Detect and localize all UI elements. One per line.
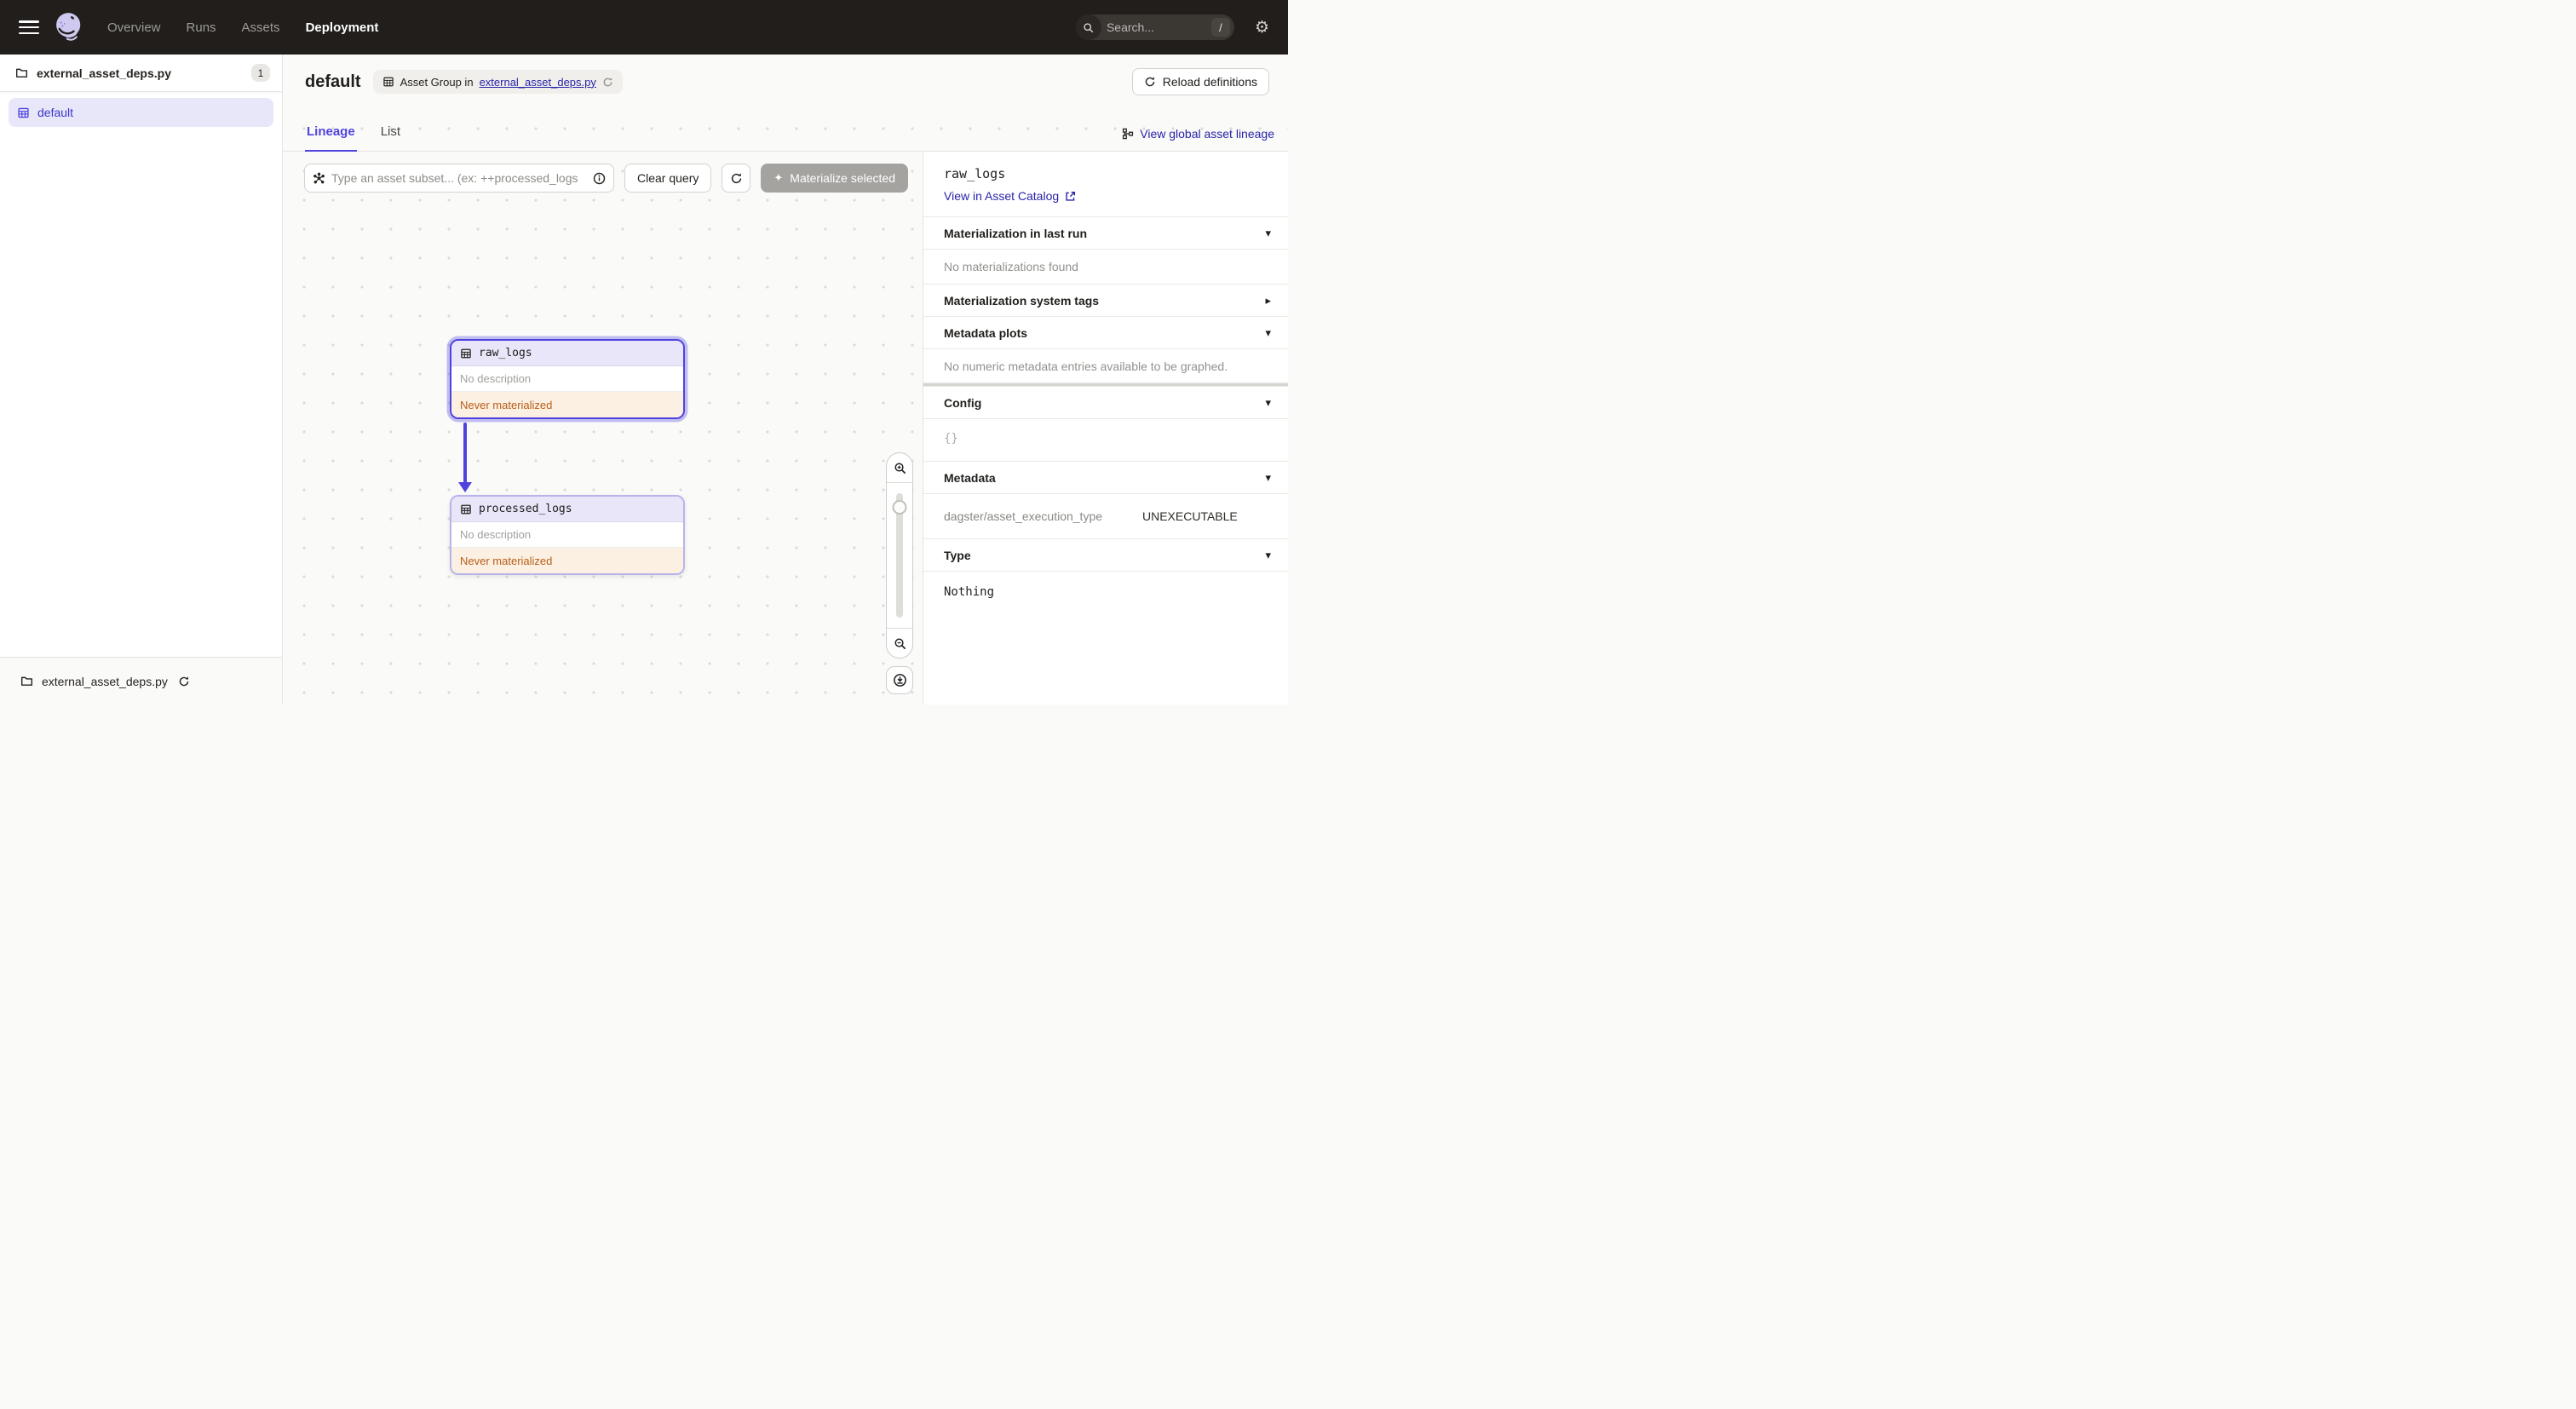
zoom-in-button[interactable] [887,453,912,483]
asset-subset-input[interactable] [331,171,587,185]
asset-node-raw-logs[interactable]: raw_logs No description Never materializ… [450,339,685,419]
external-link-icon [1065,191,1076,202]
section-title: Config [944,395,982,410]
metadata-value: UNEXECUTABLE [1142,509,1238,523]
section-title: Materialization system tags [944,293,1100,308]
sidebar-item-group-default[interactable]: default [9,98,273,127]
asset-group-prefix: Asset Group in [400,75,474,89]
section-title: Type [944,548,971,562]
lineage-canvas[interactable]: Clear query ✦ Materialize selected [283,152,923,704]
section-type[interactable]: Type ▾ [923,538,1288,571]
global-search[interactable]: / [1075,14,1234,40]
caret-down-icon: ▾ [1265,548,1271,561]
metadata-key: dagster/asset_execution_type [944,509,1103,523]
table-icon [460,503,472,515]
asset-group-breadcrumb: Asset Group in external_asset_deps.py [372,70,623,94]
code-location-sidebar: external_asset_deps.py 1 default externa… [0,55,283,704]
table-icon [460,348,472,359]
sidebar-item-code-location[interactable]: external_asset_deps.py 1 [0,55,282,92]
reload-icon[interactable] [178,676,190,687]
section-title: Metadata plots [944,325,1028,340]
top-navigation-bar: Overview Runs Assets Deployment / ⚙ [0,0,1288,55]
asset-details-panel: raw_logs View in Asset Catalog Materiali… [923,152,1288,704]
config-value: {} [923,418,1288,461]
zoom-out-button[interactable] [887,628,912,658]
clear-query-button[interactable]: Clear query [624,164,712,193]
section-materialization-last-run[interactable]: Materialization in last run ▾ [923,216,1288,249]
caret-down-icon: ▾ [1265,325,1271,339]
materializations-empty-state: No materializations found [923,249,1288,284]
zoom-slider-handle[interactable] [892,500,907,515]
asset-query-toolbar: Clear query ✦ Materialize selected [304,164,909,193]
info-icon[interactable] [593,172,606,185]
group-label: default [37,106,74,119]
sidebar-footer-code-location[interactable]: external_asset_deps.py [0,657,282,704]
nav-item-deployment[interactable]: Deployment [306,20,379,35]
asset-subset-query[interactable] [304,164,614,193]
page-title: default [305,72,361,91]
main-nav-items: Overview Runs Assets Deployment [107,20,378,35]
view-in-asset-catalog-link[interactable]: View in Asset Catalog [944,189,1076,203]
global-lineage-label: View global asset lineage [1140,127,1274,141]
folder-icon [15,66,28,79]
asset-name: processed_logs [479,503,572,515]
caret-down-icon: ▾ [1265,226,1271,239]
asset-node-processed-logs[interactable]: processed_logs No description Never mate… [450,495,685,575]
zoom-controls [886,452,913,658]
asset-group-icon [17,106,30,119]
section-materialization-system-tags[interactable]: Materialization system tags ▸ [923,284,1288,316]
asset-graph-icon [313,172,325,185]
lineage-graph-icon [1122,128,1134,140]
reload-definitions-button[interactable]: Reload definitions [1131,68,1269,95]
recenter-view-button[interactable] [886,666,913,694]
reload-definitions-label: Reload definitions [1162,75,1257,89]
metadata-plots-empty-state: No numeric metadata entries available to… [923,348,1288,383]
page-header: default Asset Group in external_asset_de… [283,55,1288,109]
asset-name: raw_logs [479,347,532,359]
code-location-link[interactable]: external_asset_deps.py [480,76,596,89]
view-global-asset-lineage-link[interactable]: View global asset lineage [1122,127,1274,151]
footer-code-location-label: external_asset_deps.py [42,674,168,688]
asset-group-icon [382,76,394,88]
materialize-selected-label: Materialize selected [790,171,896,185]
reload-icon[interactable] [602,77,613,88]
code-location-label: external_asset_deps.py [37,66,171,80]
tab-list[interactable]: List [379,124,402,151]
type-value: Nothing [923,571,1288,616]
asset-count-badge: 1 [251,64,270,82]
catalog-link-label: View in Asset Catalog [944,189,1060,203]
asset-description: No description [451,522,683,548]
search-input[interactable] [1101,20,1211,34]
section-title: Materialization in last run [944,226,1088,240]
selected-asset-name: raw_logs [944,166,1006,181]
section-metadata[interactable]: Metadata ▾ [923,461,1288,493]
caret-right-icon: ▸ [1265,293,1271,307]
metadata-entry-row: dagster/asset_execution_type UNEXECUTABL… [923,493,1288,538]
folder-icon [20,675,33,687]
asset-status: Never materialized [451,548,683,573]
section-metadata-plots[interactable]: Metadata plots ▾ [923,316,1288,348]
materialize-selected-button[interactable]: ✦ Materialize selected [761,164,909,193]
nav-item-runs[interactable]: Runs [187,20,216,35]
tab-bar: Lineage List View global asset lineage [283,109,1288,152]
dagster-logo[interactable] [53,10,87,44]
section-config[interactable]: Config ▾ [923,386,1288,418]
tab-lineage[interactable]: Lineage [305,124,357,152]
refresh-graph-button[interactable] [722,164,751,193]
reload-icon [1144,76,1156,88]
caret-down-icon: ▾ [1265,470,1271,484]
asset-description: No description [451,366,683,392]
asset-status: Never materialized [451,392,683,417]
settings-gear-icon[interactable]: ⚙ [1255,20,1269,36]
sparkle-icon: ✦ [773,171,784,184]
caret-down-icon: ▾ [1265,395,1271,409]
hamburger-menu-icon[interactable] [19,20,39,34]
lineage-edge [463,423,467,484]
nav-item-overview[interactable]: Overview [107,20,161,35]
section-title: Metadata [944,470,996,485]
search-shortcut-key: / [1210,18,1230,37]
lineage-edge-arrowhead [458,482,472,492]
nav-item-assets[interactable]: Assets [242,20,280,35]
search-icon [1075,14,1101,40]
